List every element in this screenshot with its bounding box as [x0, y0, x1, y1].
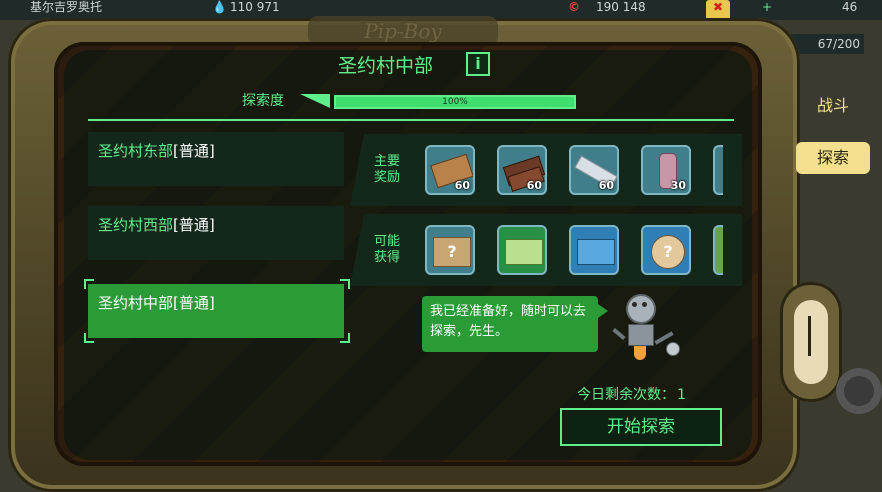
tab-battle[interactable]: 战斗 [796, 90, 870, 122]
selection-corner [340, 279, 350, 289]
robot-speech-bubble: 我已经准备好，随时可以去探索，先生。 [422, 296, 608, 352]
caps-count: 190 148 [596, 0, 646, 14]
cash-bundle-icon[interactable] [497, 225, 547, 275]
selection-corner [340, 333, 350, 343]
region-item-central[interactable]: 圣约村中部[普通] [88, 284, 344, 338]
selection-corner [84, 279, 94, 289]
exploration-marker [300, 94, 330, 108]
reward-item-partial[interactable] [713, 145, 723, 195]
region-label: 圣约村西部[普通] [98, 216, 215, 234]
water-count: 110 971 [230, 0, 280, 14]
close-icon[interactable]: ✖ [706, 0, 730, 20]
mystery-box-icon[interactable]: ? [425, 225, 475, 275]
region-label: 圣约村东部[普通] [98, 142, 215, 160]
main-rewards-label: 主要 奖励 [373, 154, 400, 185]
exploration-progress: 100% [334, 95, 576, 109]
remaining-attempts: 今日剩余次数： 1 [577, 387, 686, 403]
mr-handy-robot-icon [608, 292, 680, 372]
plus-icon[interactable]: + [762, 0, 772, 14]
stat-a-count: 46 [842, 0, 858, 14]
region-item-west[interactable]: 圣约村西部[普通] [88, 206, 344, 260]
location-name: 基尔吉罗奥托 [30, 0, 103, 14]
aluminum-bar-icon[interactable]: 60 [569, 145, 619, 195]
region-item-east[interactable]: 圣约村东部[普通] [88, 132, 344, 186]
info-button[interactable]: i [466, 52, 490, 76]
wood-plank-icon[interactable]: 60 [425, 145, 475, 195]
exploration-label: 探索度 [242, 93, 284, 109]
divider [88, 119, 734, 121]
possible-rewards-label: 可能 获得 [373, 234, 400, 265]
capacity-count: 67/200 [817, 37, 860, 51]
gear-icon [836, 368, 882, 414]
tab-explore[interactable]: 探索 [796, 142, 870, 174]
reward-item-partial[interactable] [713, 225, 723, 275]
fabric-roll-icon[interactable]: 30 [641, 145, 691, 195]
page-title: 圣约村中部 [338, 55, 434, 77]
caps-icon: © [568, 0, 580, 14]
region-label: 圣约村中部[普通] [98, 294, 215, 312]
water-icon: 💧 [212, 0, 227, 14]
supply-crate-icon[interactable] [569, 225, 619, 275]
gauge-icon [780, 282, 842, 402]
selection-corner [84, 333, 94, 343]
steel-ingot-icon[interactable]: 60 [497, 145, 547, 195]
mystery-paw-icon[interactable]: ? [641, 225, 691, 275]
exploration-percent: 100% [442, 97, 468, 107]
start-explore-button[interactable]: 开始探索 [560, 408, 722, 446]
